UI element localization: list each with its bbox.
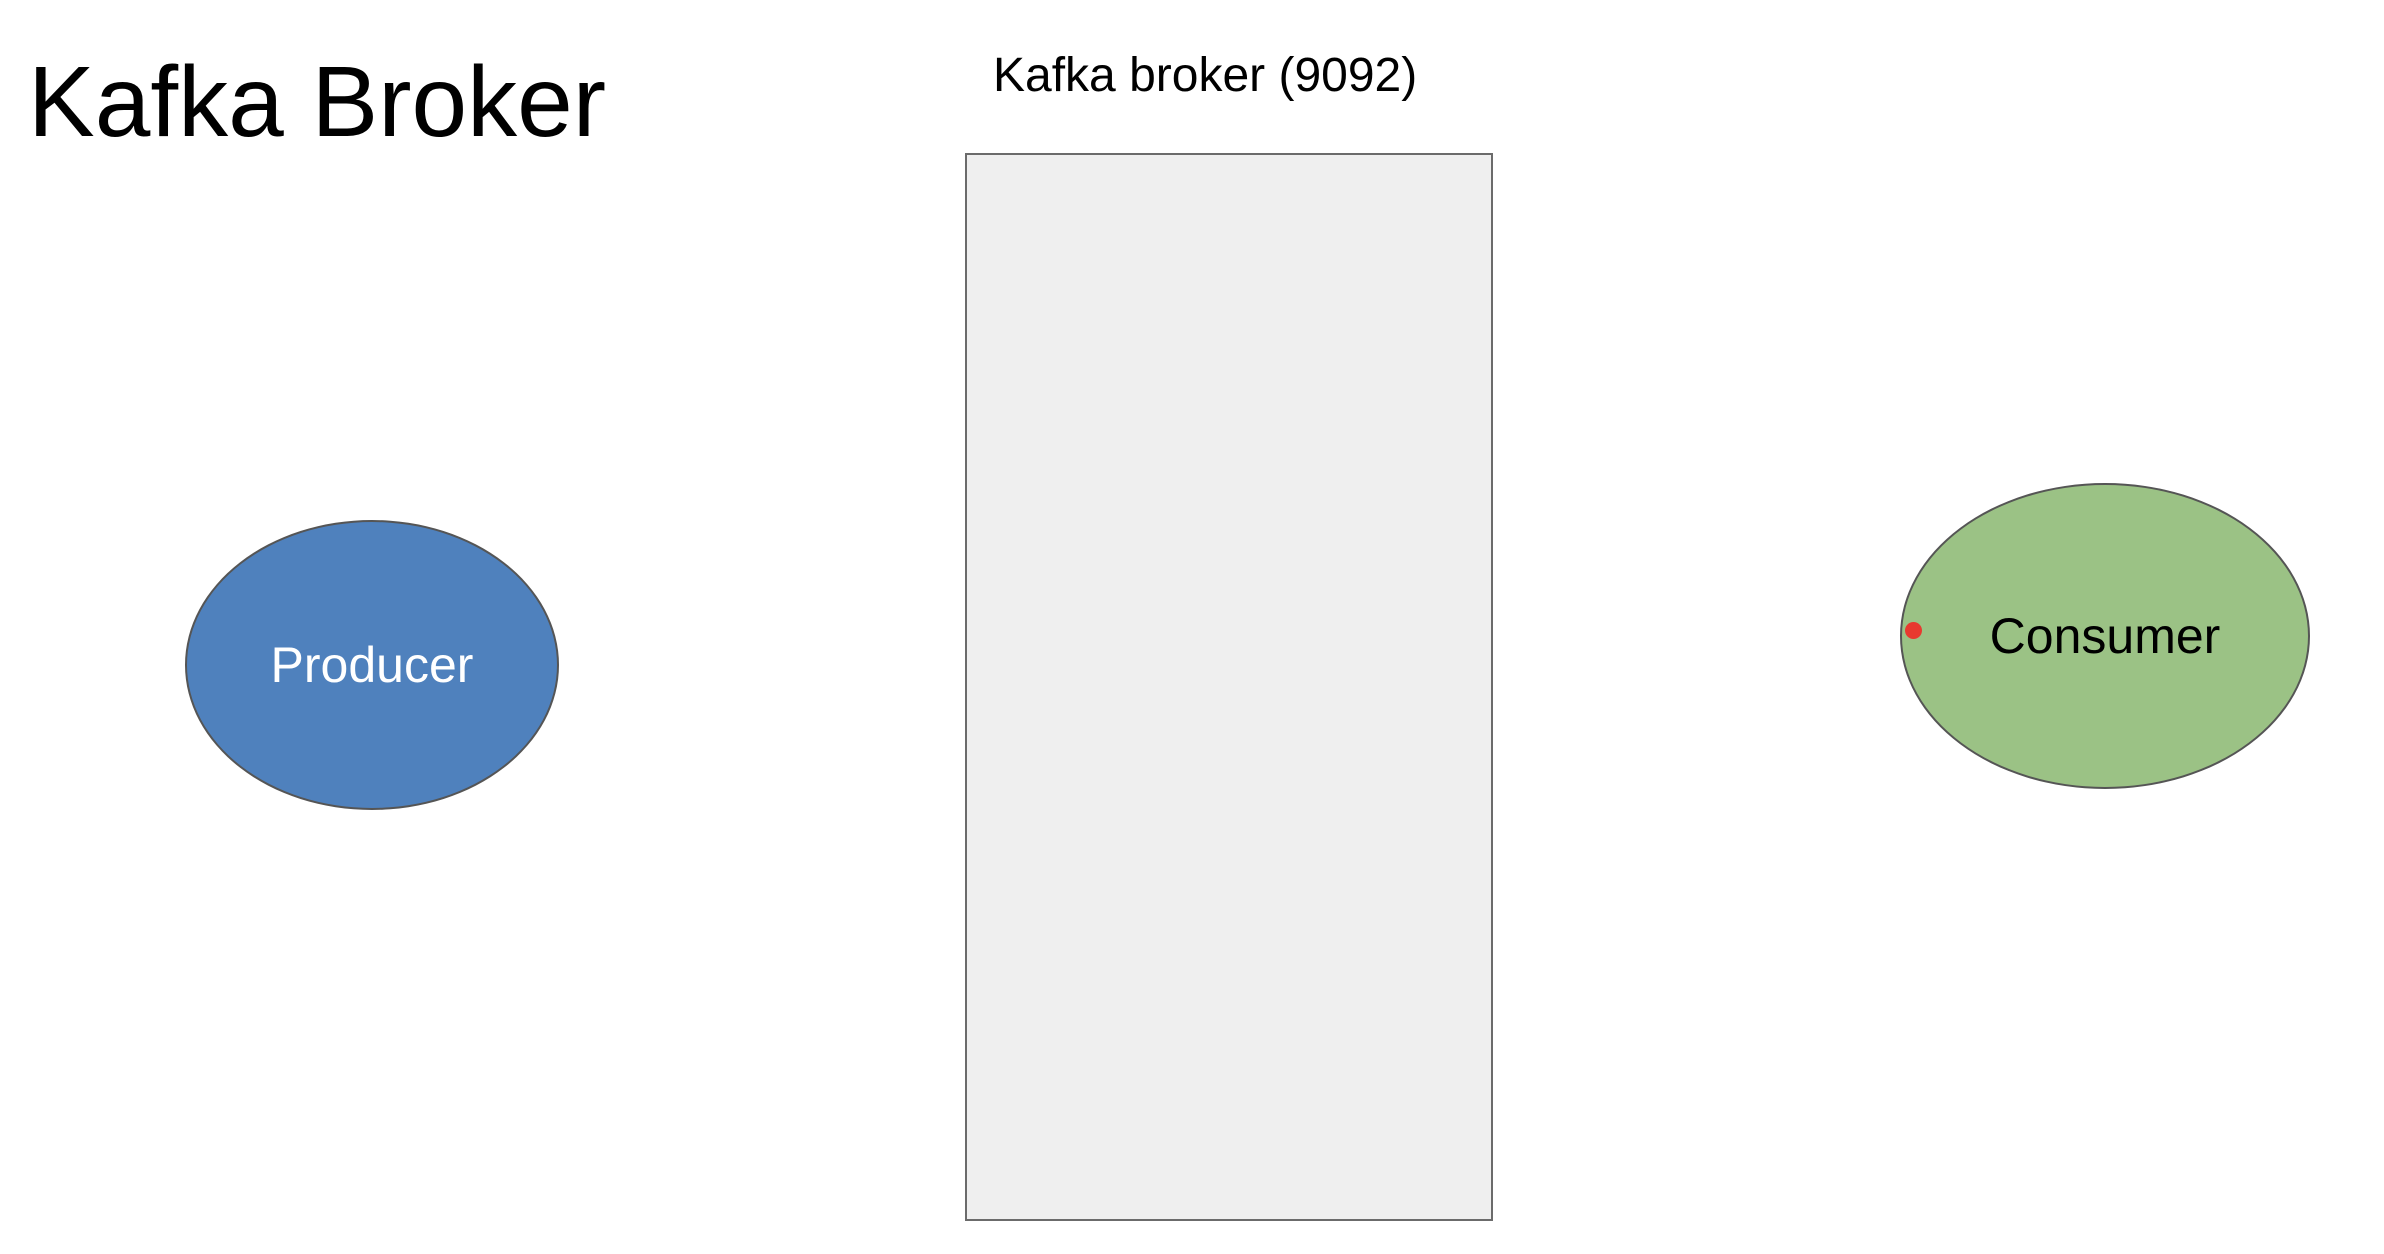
kafka-broker-box — [965, 153, 1493, 1221]
consumer-label: Consumer — [1989, 608, 2221, 664]
broker-label: Kafka broker (9092) — [993, 49, 1418, 102]
laser-pointer-dot — [1905, 622, 1922, 639]
consumer-node: Consumer — [1900, 483, 2310, 789]
producer-label: Producer — [270, 637, 474, 693]
slide-title: Kafka Broker — [28, 46, 607, 158]
slide-canvas: Kafka Broker Kafka broker (9092) Produce… — [0, 0, 2384, 1254]
producer-node: Producer — [185, 520, 559, 810]
